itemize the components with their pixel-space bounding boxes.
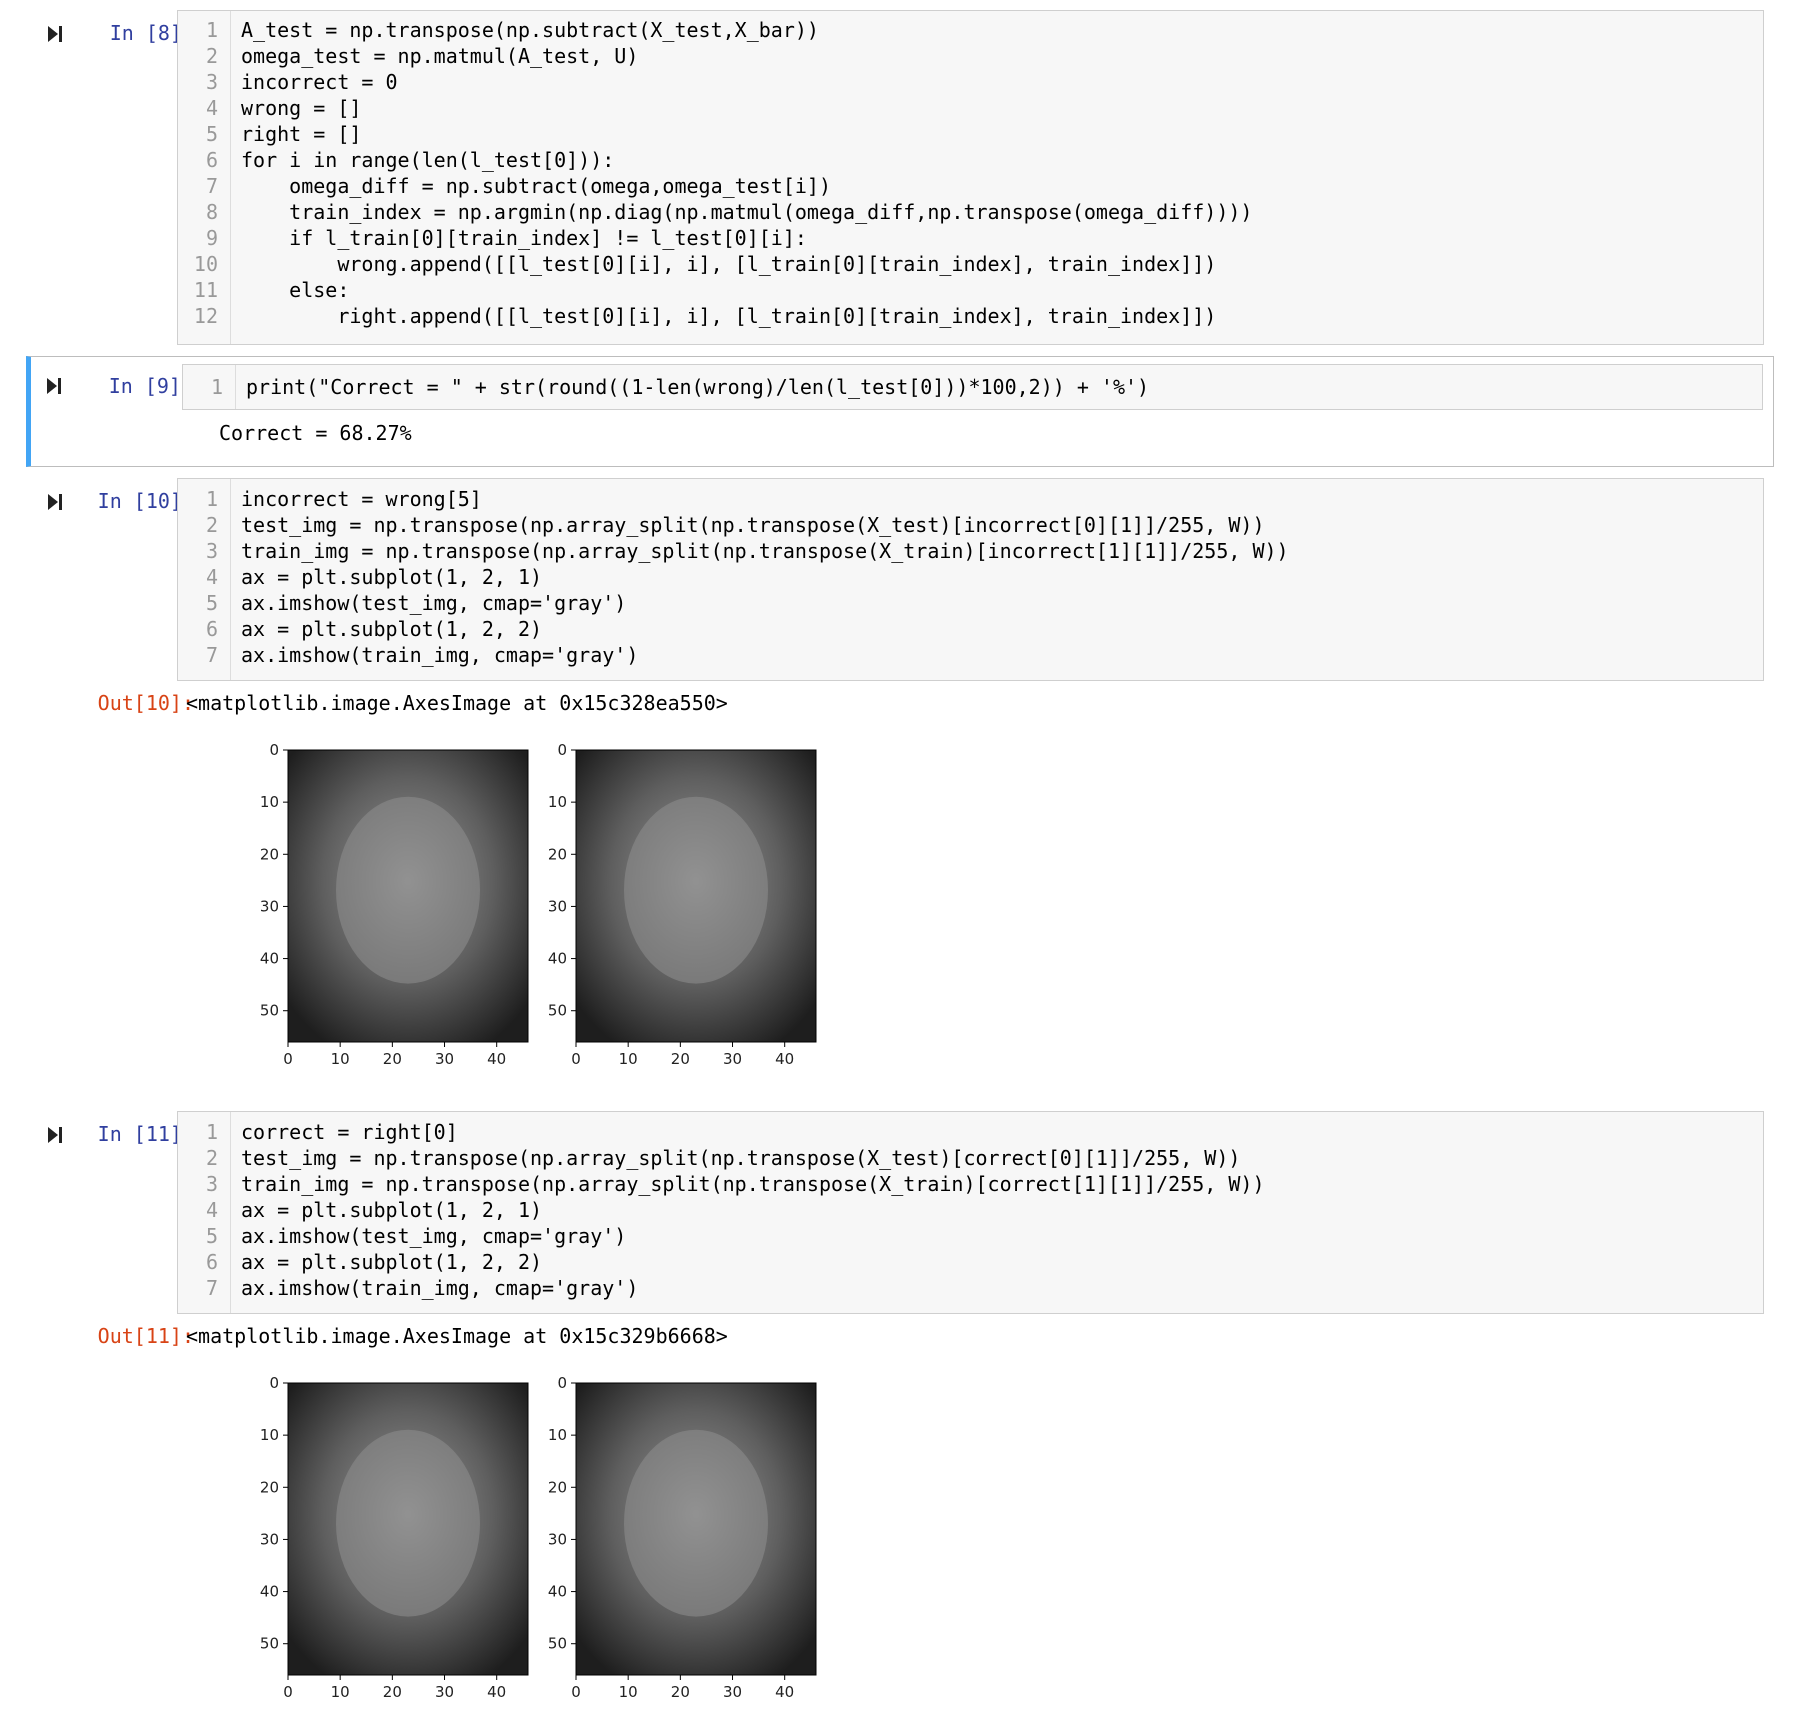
code-line: ax.imshow(train_img, cmap='gray')	[241, 1276, 639, 1300]
figure-output: 0 10 20 30 40 50 0 10 20 30 40 0 10 20 30 40 50 0 10 20 30 4…	[260, 1374, 817, 1701]
subplot-train-image: 0 10 20 30 40 50 0 10 20 30 40	[548, 741, 817, 1068]
x-tick-label: 0	[571, 1683, 581, 1701]
y-tick-label: 20	[548, 1478, 567, 1496]
y-tick-label: 10	[260, 793, 279, 811]
x-tick-label: 40	[487, 1050, 506, 1068]
subplot-test-image: 0 10 20 30 40 50 0 10 20 30 40	[260, 1374, 529, 1701]
y-tick-label: 40	[260, 950, 279, 968]
code-line: if l_train[0][train_index] != l_test[0][…	[241, 226, 807, 250]
result-output: <matplotlib.image.AxesImage at 0x15c329b…	[186, 1324, 728, 1348]
x-tick-label: 20	[671, 1683, 690, 1701]
y-tick-label: 0	[269, 741, 279, 759]
x-tick-label: 20	[383, 1050, 402, 1068]
input-prompt: In [10]:	[97, 489, 194, 513]
code-cell-9[interactable]: In [9]: 1 print("Correct = " + str(round(…	[26, 356, 1774, 467]
code-line: right = []	[241, 122, 362, 146]
code-editor[interactable]: 1 incorrect = wrong[5] 2 test_img = np.tra…	[177, 478, 1764, 681]
code-line: train_img = np.transpose(np.array_split(…	[241, 539, 1289, 563]
input-prompt: In [8]:	[109, 21, 194, 45]
y-tick-label: 50	[548, 1635, 567, 1653]
code-line: ax = plt.subplot(1, 2, 1)	[241, 565, 543, 589]
code-line: ax = plt.subplot(1, 2, 2)	[241, 617, 543, 641]
code-line: ax.imshow(test_img, cmap='gray')	[241, 1224, 627, 1248]
figure-output: 0 10 20 30 40 50 0 10 20 30 40 0 10 20 30 40 50 0 10 20 30 4…	[260, 741, 817, 1068]
face-shape	[336, 1429, 480, 1617]
code-line: omega_test = np.matmul(A_test, U)	[241, 44, 639, 68]
code-line: test_img = np.transpose(np.array_split(n…	[241, 1146, 1241, 1170]
x-tick-label: 30	[435, 1683, 454, 1701]
code-line: ax = plt.subplot(1, 2, 1)	[241, 1198, 543, 1222]
code-editor[interactable]: 1 print("Correct = " + str(round((1-len(w…	[182, 364, 1763, 410]
y-tick-label: 0	[269, 1374, 279, 1392]
code-line: wrong.append([[l_test[0][i], i], [l_trai…	[241, 252, 1217, 276]
face-shape	[624, 796, 768, 984]
face-shape	[624, 1429, 768, 1617]
x-tick-label: 10	[331, 1050, 350, 1068]
code-line: train_img = np.transpose(np.array_split(…	[241, 1172, 1265, 1196]
code-line: test_img = np.transpose(np.array_split(n…	[241, 513, 1265, 537]
code-editor[interactable]: 1 A_test = np.transpose(np.subtract(X_tes…	[177, 10, 1764, 345]
y-tick-label: 20	[548, 845, 567, 863]
output-prompt: Out[10]:	[97, 691, 194, 715]
code-line: print("Correct = " + str(round((1-len(wr…	[246, 375, 1150, 399]
y-tick-label: 10	[260, 1426, 279, 1444]
x-tick-label: 40	[775, 1050, 794, 1068]
code-cell-10[interactable]: In [10]: 1 incorrect = wrong[5] 2 test_img…	[26, 478, 1774, 1078]
x-tick-label: 0	[571, 1050, 581, 1068]
code-line: train_index = np.argmin(np.diag(np.matmu…	[241, 200, 1253, 224]
y-tick-label: 30	[260, 897, 279, 915]
code-line: ax.imshow(test_img, cmap='gray')	[241, 591, 627, 615]
y-tick-label: 30	[260, 1530, 279, 1548]
code-line: omega_diff = np.subtract(omega,omega_tes…	[241, 174, 832, 198]
y-tick-label: 10	[548, 793, 567, 811]
x-tick-label: 20	[383, 1683, 402, 1701]
code-line: right.append([[l_test[0][i], i], [l_trai…	[241, 304, 1217, 328]
y-tick-label: 30	[548, 1530, 567, 1548]
y-tick-label: 50	[260, 1002, 279, 1020]
x-tick-label: 10	[619, 1683, 638, 1701]
x-tick-label: 20	[671, 1050, 690, 1068]
subplot-train-image: 0 10 20 30 40 50 0 10 20 30 40	[548, 1374, 817, 1701]
y-tick-label: 0	[557, 1374, 567, 1392]
y-tick-label: 40	[548, 950, 567, 968]
y-tick-label: 40	[548, 1583, 567, 1601]
code-line: incorrect = 0	[241, 70, 398, 94]
subplot-test-image: 0 10 20 30 40 50 0 10 20 30 40	[260, 741, 529, 1068]
x-tick-label: 10	[331, 1683, 350, 1701]
code-line: for i in range(len(l_test[0])):	[241, 148, 615, 172]
code-line: wrong = []	[241, 96, 362, 120]
code-cell-8[interactable]: In [8]: 1 A_test = np.transpose(np.subtra…	[26, 10, 1774, 345]
x-tick-label: 30	[435, 1050, 454, 1068]
y-tick-label: 50	[548, 1002, 567, 1020]
code-line: ax.imshow(train_img, cmap='gray')	[241, 643, 639, 667]
output-prompt: Out[11]:	[97, 1324, 194, 1348]
x-tick-label: 0	[283, 1683, 293, 1701]
input-prompt: In [9]:	[108, 374, 193, 398]
code-editor[interactable]: 1 correct = right[0] 2 test_img = np.trans…	[177, 1111, 1764, 1314]
x-tick-label: 0	[283, 1050, 293, 1068]
y-tick-label: 0	[557, 741, 567, 759]
y-tick-label: 20	[260, 845, 279, 863]
code-line: incorrect = wrong[5]	[241, 487, 482, 511]
notebook: In [8]: 1 A_test = np.transpose(np.subtra…	[0, 0, 1800, 1711]
y-tick-label: 30	[548, 897, 567, 915]
y-tick-label: 40	[260, 1583, 279, 1601]
code-line: else:	[241, 278, 350, 302]
y-tick-label: 50	[260, 1635, 279, 1653]
x-tick-label: 30	[723, 1683, 742, 1701]
input-prompt: In [11]:	[97, 1122, 194, 1146]
code-line: ax = plt.subplot(1, 2, 2)	[241, 1250, 543, 1274]
code-line: correct = right[0]	[241, 1120, 458, 1144]
y-tick-label: 20	[260, 1478, 279, 1496]
x-tick-label: 10	[619, 1050, 638, 1068]
code-line: A_test = np.transpose(np.subtract(X_test…	[241, 18, 819, 42]
stdout-output: Correct = 68.27%	[219, 421, 412, 445]
x-tick-label: 40	[487, 1683, 506, 1701]
code-cell-11[interactable]: In [11]: 1 correct = right[0] 2 test_img =…	[26, 1111, 1774, 1711]
result-output: <matplotlib.image.AxesImage at 0x15c328e…	[186, 691, 728, 715]
x-tick-label: 40	[775, 1683, 794, 1701]
face-shape	[336, 796, 480, 984]
x-tick-label: 30	[723, 1050, 742, 1068]
y-tick-label: 10	[548, 1426, 567, 1444]
